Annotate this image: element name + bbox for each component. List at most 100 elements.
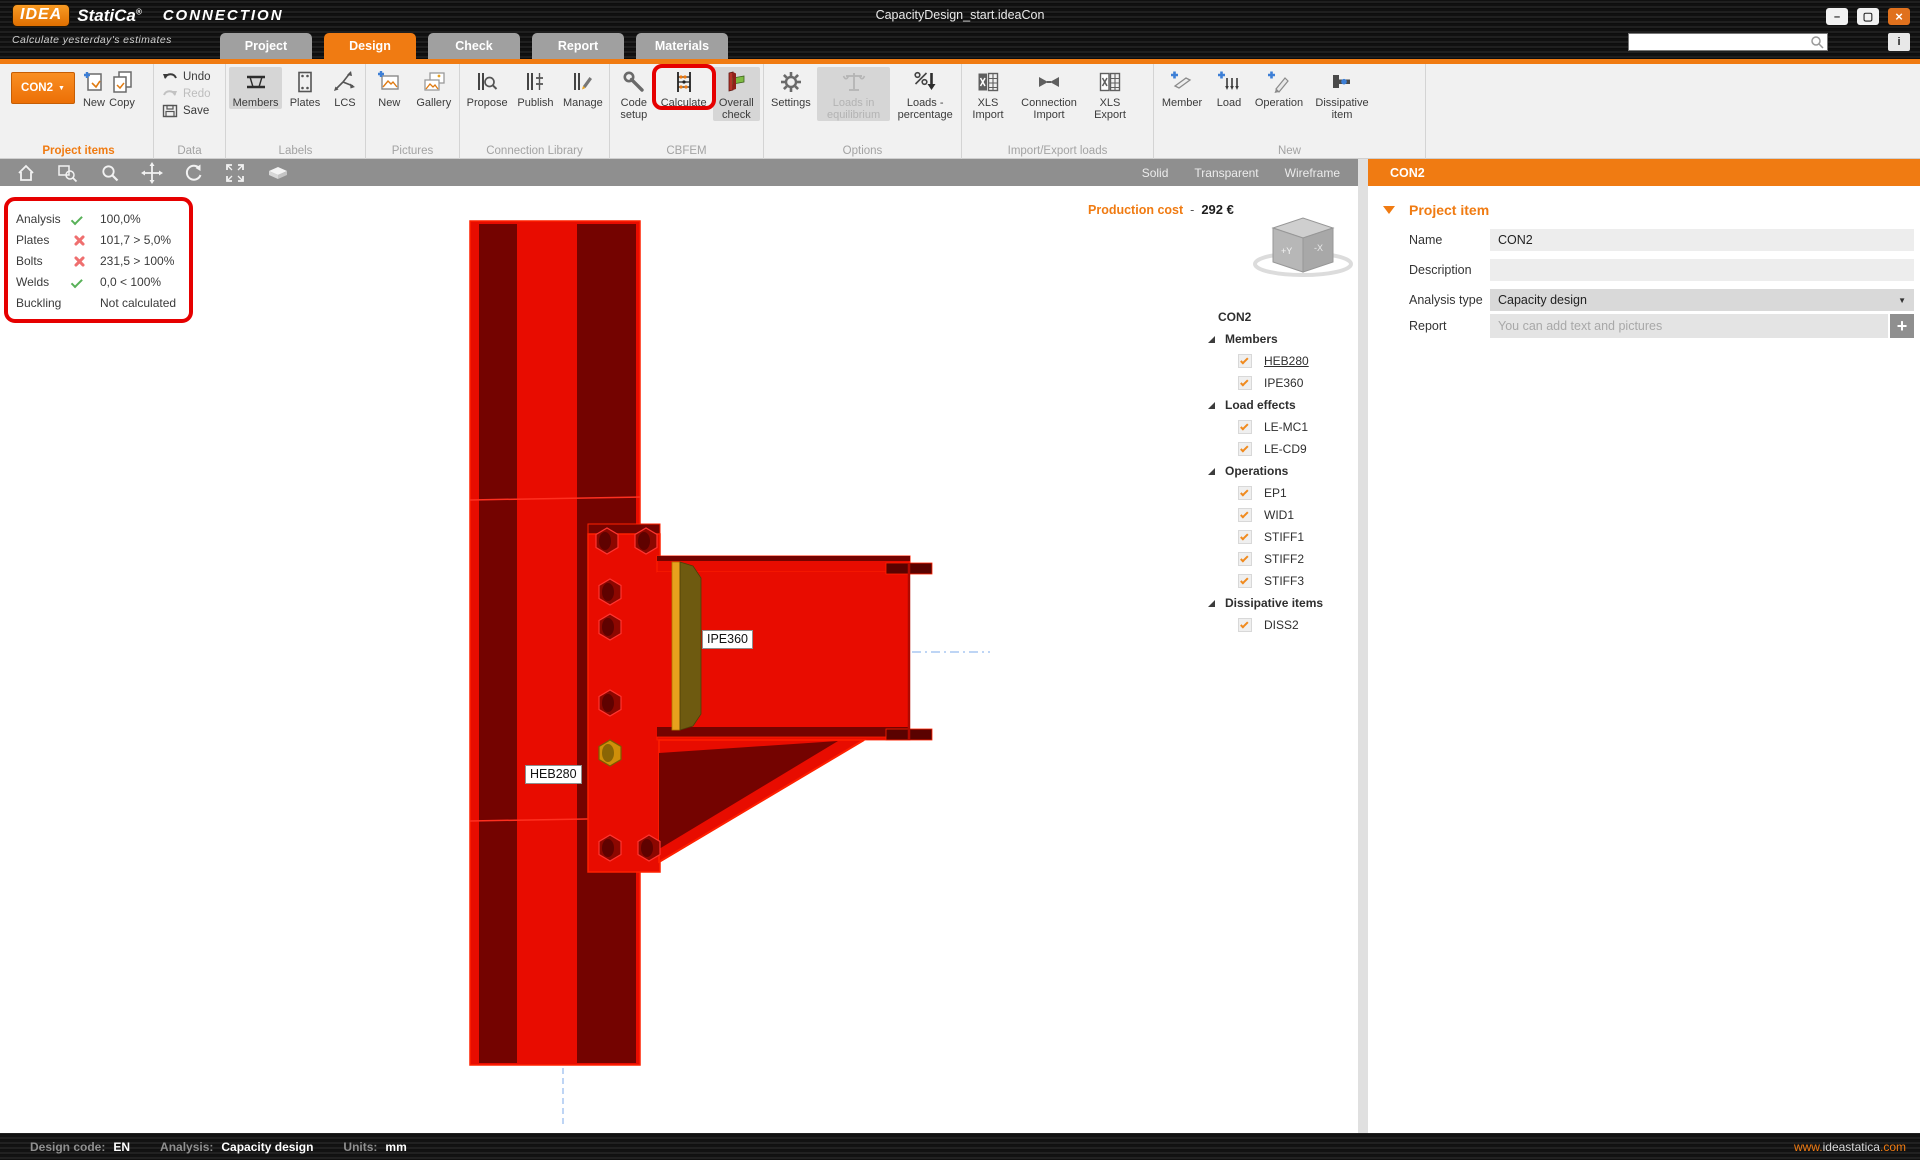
publish-button[interactable]: Publish [513,67,557,109]
checkbox-checked-icon[interactable] [1238,508,1252,522]
zoom-window-icon[interactable] [57,163,79,183]
new-dissipative-item-button[interactable]: Dissipative item [1309,67,1375,121]
tree-item-stiff1[interactable]: STIFF1 [1206,526,1356,548]
close-button[interactable]: × [1888,8,1910,25]
checkbox-checked-icon[interactable] [1238,530,1252,544]
lcs-labels-button[interactable]: LCS [328,67,362,109]
checkbox-checked-icon[interactable] [1238,618,1252,632]
tree-group-operations[interactable]: Operations [1206,460,1356,482]
undo-button[interactable]: Undo [162,70,225,84]
expand-icon[interactable] [1208,599,1215,607]
analysis-type-dropdown[interactable]: Capacity design ▼ [1490,289,1914,311]
minimize-button[interactable]: – [1826,8,1848,25]
tab-design[interactable]: Design [324,33,416,59]
zoom-icon[interactable] [100,163,120,183]
tab-check[interactable]: Check [428,33,520,59]
plates-status-row: Plates 101,7 > 5,0% [16,229,181,250]
calculate-button[interactable]: Calculate [657,67,711,109]
info-button[interactable]: i [1888,33,1910,51]
maximize-button[interactable]: ▢ [1857,8,1879,25]
search-input[interactable] [1629,35,1810,49]
checkbox-checked-icon[interactable] [1238,442,1252,456]
loads-percentage-button[interactable]: Loads - percentage [892,67,958,121]
analysis-label: Analysis: [160,1139,214,1154]
project-item-section[interactable]: Project item [1383,202,1489,218]
column-label[interactable]: HEB280 [525,765,582,784]
tree-root[interactable]: CON2 [1206,306,1356,328]
gallery-button[interactable]: Gallery [412,67,456,109]
checkbox-checked-icon[interactable] [1238,486,1252,500]
titlebar: IDEA StatiCa® CONNECTION Calculate yeste… [0,0,1920,59]
expand-icon[interactable] [1208,467,1215,475]
tree-item-le-cd9[interactable]: LE-CD9 [1206,438,1356,460]
model-viewport[interactable]: IPE360 HEB280 Analysis 100,0% Plates 101… [0,186,1358,1133]
xls-import-button[interactable]: XLS Import [965,67,1011,121]
members-labels-button[interactable]: Members [229,67,283,109]
new-member-button[interactable]: Member [1157,67,1207,109]
xls-export-button[interactable]: XLS Export [1087,67,1133,121]
website-link[interactable]: www.ideastatica.com [1794,1140,1920,1154]
rotate-icon[interactable] [184,163,204,183]
code-setup-button[interactable]: Code setup [613,67,655,121]
analysis-label: Analysis [16,211,61,226]
loads-in-equilibrium-button[interactable]: Loads in equilibrium [816,67,891,121]
description-field[interactable] [1490,259,1914,281]
connection-model[interactable] [0,186,1358,1133]
beam-label[interactable]: IPE360 [702,630,754,649]
new-picture-button[interactable]: New [369,67,410,109]
transparent-view-button[interactable]: Transparent [1194,166,1258,180]
new-project-item-button[interactable]: New [81,67,107,109]
name-row: Name [1409,228,1914,252]
tab-materials[interactable]: Materials [636,33,728,59]
settings-button[interactable]: Settings [767,67,815,109]
navigation-cube[interactable]: +Y -X [1248,208,1358,280]
tree-item-ipe360[interactable]: IPE360 [1206,372,1356,394]
tree-item-stiff3[interactable]: STIFF3 [1206,570,1356,592]
new-operation-button[interactable]: Operation [1251,67,1307,109]
tree-item-diss2[interactable]: DISS2 [1206,614,1356,636]
analysis-status-row: Analysis 100,0% [16,208,181,229]
pan-icon[interactable] [141,161,163,184]
checkbox-checked-icon[interactable] [1238,420,1252,434]
checkbox-checked-icon[interactable] [1238,574,1252,588]
new-load-button[interactable]: Load [1209,67,1249,109]
search-box[interactable] [1628,33,1828,51]
connection-import-button[interactable]: Connection Import [1013,67,1085,121]
tree-group-members[interactable]: Members [1206,328,1356,350]
report-field[interactable]: You can add text and pictures [1490,314,1888,338]
copy-button[interactable]: Copy [109,67,135,109]
expand-icon[interactable] [1208,401,1215,409]
redo-button[interactable]: Redo [162,87,225,101]
tree-group-dissipative-items[interactable]: Dissipative items [1206,592,1356,614]
con2-dropdown[interactable]: CON2 ▼ [11,72,75,104]
group-caption-cbfem: CBFEM [666,145,707,157]
zoom-fit-icon[interactable] [225,163,245,183]
add-report-button[interactable]: + [1890,314,1914,338]
tree-item-heb280[interactable]: HEB280 [1206,350,1356,372]
solid-view-button[interactable]: Solid [1142,166,1169,180]
tab-report[interactable]: Report [532,33,624,59]
tree-group-load-effects[interactable]: Load effects [1206,394,1356,416]
expand-icon[interactable] [1208,335,1215,343]
statica-logo: StatiCa [77,5,136,25]
plates-labels-button[interactable]: Plates [284,67,326,109]
tree-item-le-mc1[interactable]: LE-MC1 [1206,416,1356,438]
tree-item-wid1[interactable]: WID1 [1206,504,1356,526]
tree-item-ep1[interactable]: EP1 [1206,482,1356,504]
name-field[interactable] [1490,229,1914,251]
save-button[interactable]: Save [162,104,225,118]
cube-face-right[interactable]: -X [1314,243,1323,253]
home-view-icon[interactable] [16,163,36,183]
wireframe-view-button[interactable]: Wireframe [1285,166,1340,180]
tree-item-stiff2[interactable]: STIFF2 [1206,548,1356,570]
manage-button[interactable]: Manage [560,67,606,109]
solid-box-icon[interactable] [266,164,290,182]
checkbox-checked-icon[interactable] [1238,376,1252,390]
overall-check-button[interactable]: Overall check [712,67,760,121]
propose-button[interactable]: Propose [463,67,511,109]
collapse-triangle-icon[interactable] [1383,206,1395,214]
tab-project[interactable]: Project [220,33,312,59]
checkbox-checked-icon[interactable] [1238,354,1252,368]
cube-face-left[interactable]: +Y [1281,246,1292,256]
checkbox-checked-icon[interactable] [1238,552,1252,566]
